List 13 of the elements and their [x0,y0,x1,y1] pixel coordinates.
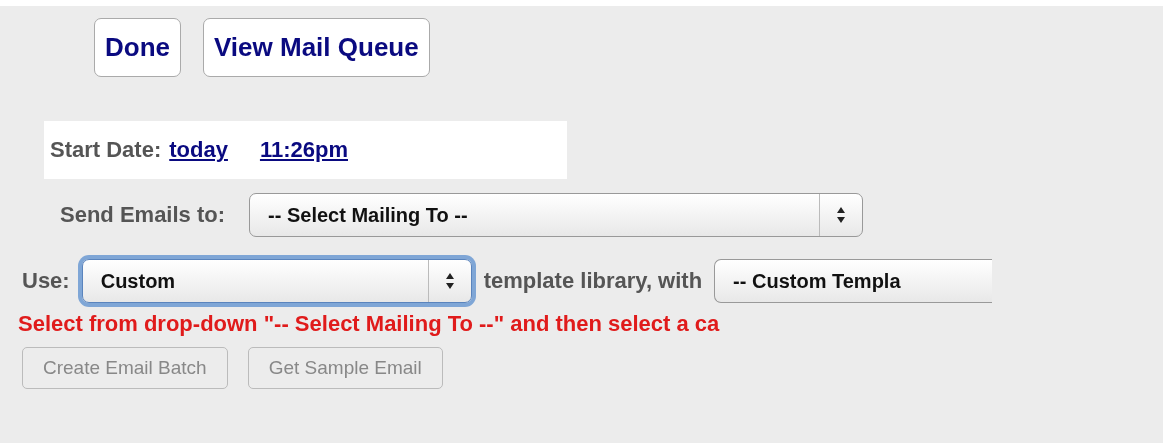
updown-arrows-icon [444,272,455,290]
top-button[interactable]: Done [94,18,181,77]
template-select[interactable]: -- Custom Templa [714,259,993,303]
date-link[interactable]: today [169,137,228,163]
mailing-select[interactable]: -- Select Mailing To -- [249,193,864,237]
send-to-label: Send Emails to: [60,202,226,228]
template-library-text: template library, with [483,268,703,294]
use-label: Use: [22,268,70,294]
top-button[interactable]: View Mail Queue [203,18,430,77]
error-message: Select from drop-down "-- Select Mailing To --" and then select a ca [18,311,720,337]
updown-arrows-icon [836,206,847,224]
start-date-label: Start Date: [50,137,162,163]
time-link[interactable]: 11:26pm [259,137,348,163]
